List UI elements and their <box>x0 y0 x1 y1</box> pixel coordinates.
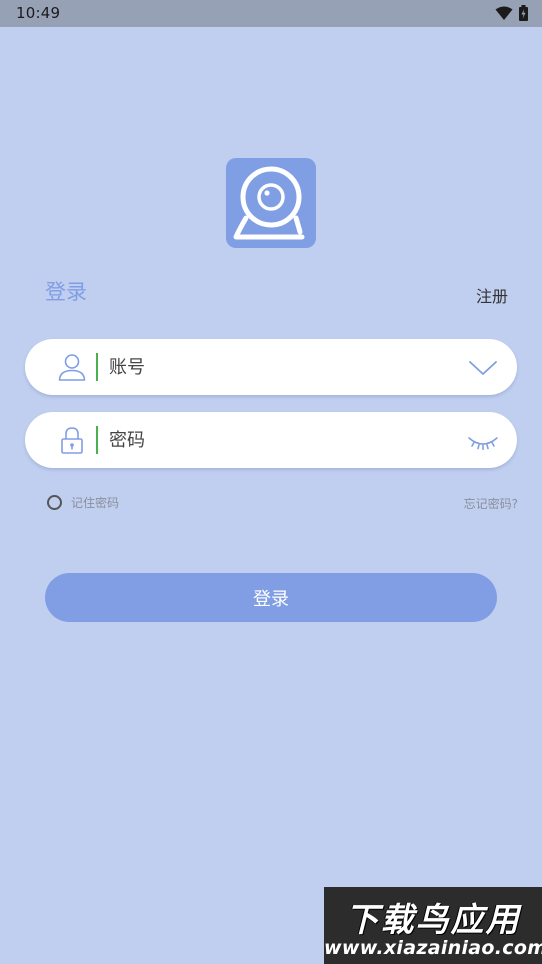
tab-register[interactable]: 注册 <box>476 283 508 307</box>
account-input[interactable] <box>109 339 439 395</box>
eye-closed-icon[interactable] <box>467 424 499 456</box>
field-divider <box>96 426 98 454</box>
status-bar: 10:49 <box>0 0 542 27</box>
user-icon <box>58 354 86 381</box>
watermark-title: 下载鸟应用 <box>345 900 521 939</box>
remember-password-label: 记住密码 <box>71 496 120 510</box>
login-button[interactable]: 登录 <box>45 573 497 622</box>
field-divider <box>96 353 98 381</box>
watermark-url: www.xiazainiao.com <box>324 937 542 959</box>
lock-icon <box>61 427 83 454</box>
remember-password-radio[interactable] <box>47 495 62 510</box>
password-field[interactable] <box>25 412 517 468</box>
status-icons <box>495 5 528 21</box>
password-input[interactable] <box>109 412 439 468</box>
remember-password-option[interactable]: 记住密码 <box>47 494 119 511</box>
status-time: 10:49 <box>16 4 61 22</box>
watermark: 下载鸟应用 www.xiazainiao.com <box>324 887 542 964</box>
webcam-icon <box>233 166 305 240</box>
battery-icon <box>519 5 528 21</box>
wifi-icon <box>495 6 513 20</box>
tab-login[interactable]: 登录 <box>45 276 87 306</box>
account-field[interactable] <box>25 339 517 395</box>
app-logo <box>226 158 316 248</box>
chevron-down-icon[interactable] <box>467 351 499 383</box>
forgot-password-link[interactable]: 忘记密码? <box>464 495 518 512</box>
